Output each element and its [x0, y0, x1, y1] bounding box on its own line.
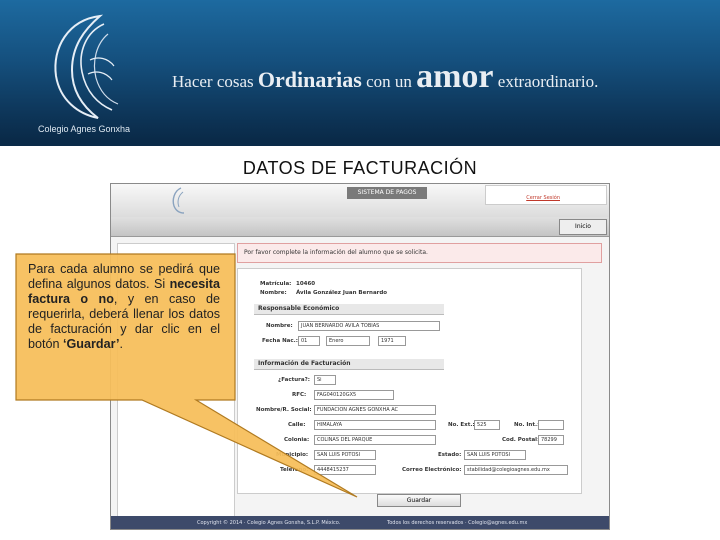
razon-social-label: Nombre/R. Social: — [256, 407, 312, 413]
cp-label: Cod. Postal: — [502, 437, 540, 443]
school-name: Colegio Agnes Gonxha — [38, 124, 131, 134]
colonia-label: Colonia: — [284, 437, 310, 443]
telefono-label: Teléfono: — [280, 467, 309, 473]
responsable-section-header: Responsable Económico — [254, 304, 444, 315]
cp-input[interactable]: 78299 — [538, 435, 564, 445]
calle-label: Calle: — [288, 422, 306, 428]
student-name-label: Nombre: — [260, 290, 287, 296]
logout-link[interactable]: Cerrar Sesión — [526, 195, 560, 201]
birthdate-label: Fecha Nac.: — [262, 338, 298, 344]
estado-input[interactable]: SAN LUIS POTOSI — [464, 450, 526, 460]
footer-rights: Todos los derechos reservados · Colegio@… — [387, 520, 528, 526]
num-int-label: No. Int.: — [514, 422, 540, 428]
save-button[interactable]: Guardar — [377, 494, 461, 507]
calle-input[interactable]: HIMALAYA — [314, 420, 436, 430]
factura-label: ¿Factura?: — [278, 377, 310, 383]
app-navbar: Inicio — [111, 217, 609, 237]
responsable-name-input[interactable]: JUAN BERNARDO AVILA TOBIAS — [298, 321, 440, 331]
municipio-label: Municipio: — [276, 452, 309, 458]
tagline-part: amor — [416, 58, 494, 95]
tagline-part: extraordinario. — [493, 72, 599, 91]
tagline-part: Ordinarias — [257, 67, 362, 92]
matricula-label: Matrícula: — [260, 281, 292, 287]
form-panel: Matrícula: 10460 Nombre: Ávila González … — [237, 268, 582, 494]
correo-input[interactable]: stabilidad@colegioagnes.edu.mx — [464, 465, 568, 475]
colonia-input[interactable]: COLINAS DEL PARQUE — [314, 435, 436, 445]
razon-social-input[interactable]: FUNDACION AGNES GONXHA AC — [314, 405, 436, 415]
notice-banner: Por favor complete la información del al… — [237, 243, 602, 263]
tagline-part: Hacer cosas — [172, 72, 258, 91]
callout-text: Para cada alumno se pedirá que defina al… — [28, 262, 220, 352]
facturacion-section-header: Información de Facturación — [254, 359, 444, 370]
app-footer: Copyright © 2014 · Colegio Agnes Gonxha,… — [111, 516, 609, 529]
page-title: DATOS DE FACTURACIÓN — [242, 158, 478, 178]
home-button[interactable]: Inicio — [559, 219, 607, 235]
app-topbar: SISTEMA DE PAGOS Cerrar Sesión — [111, 184, 609, 217]
app-screenshot: SISTEMA DE PAGOS Cerrar Sesión Inicio Po… — [110, 183, 610, 530]
student-name-value: Ávila González Juan Bernardo — [296, 290, 388, 296]
app-logo-icon — [172, 187, 185, 214]
factura-select[interactable]: Si — [314, 375, 336, 385]
tagline: Hacer cosas Ordinarias con un amor extra… — [172, 58, 598, 96]
estado-label: Estado: — [438, 452, 462, 458]
callout-text-part: . — [119, 337, 123, 351]
municipio-input[interactable]: SAN LUIS POTOSI — [314, 450, 376, 460]
tagline-part: con un — [361, 72, 417, 91]
footer-copyright: Copyright © 2014 · Colegio Agnes Gonxha,… — [197, 520, 341, 526]
matricula-value: 10460 — [296, 281, 316, 287]
correo-label: Correo Electrónico: — [402, 467, 462, 473]
telefono-input[interactable]: 4448415237 — [314, 465, 376, 475]
num-int-input[interactable] — [538, 420, 564, 430]
birth-month-select[interactable]: Enero — [326, 336, 370, 346]
system-label: SISTEMA DE PAGOS — [347, 187, 427, 199]
session-box: Cerrar Sesión — [485, 185, 607, 205]
birth-year-select[interactable]: 1971 — [378, 336, 406, 346]
slide: Colegio Agnes Gonxha Hacer cosas Ordinar… — [0, 0, 720, 540]
rfc-input[interactable]: FAG040120GX5 — [314, 390, 394, 400]
callout-bold-part: ‘Guardar’ — [63, 337, 120, 351]
birth-day-select[interactable]: 01 — [298, 336, 320, 346]
num-ext-label: No. Ext.: — [448, 422, 475, 428]
num-ext-input[interactable]: 525 — [474, 420, 500, 430]
rfc-label: RFC: — [292, 392, 307, 398]
school-logo-icon — [54, 14, 119, 119]
responsable-name-label: Nombre: — [266, 323, 293, 329]
